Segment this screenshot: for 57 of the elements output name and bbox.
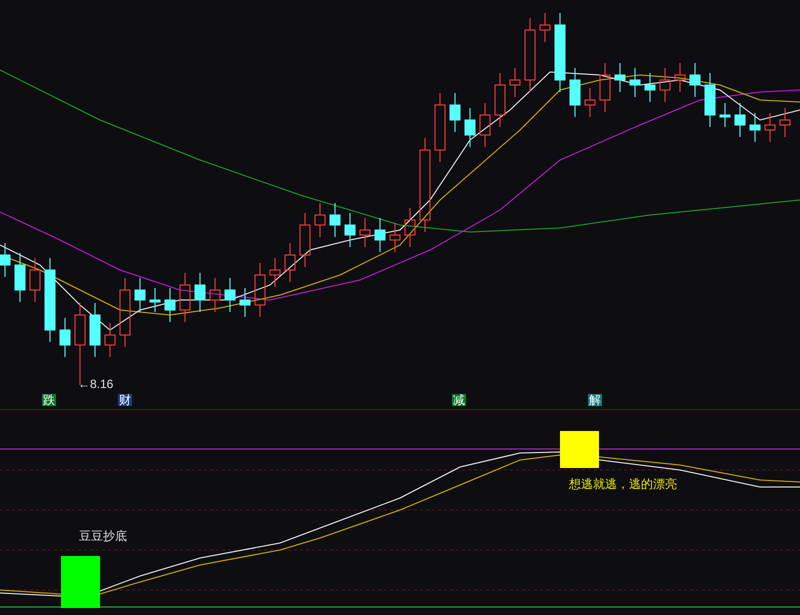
candlestick [150, 288, 160, 312]
candlestick [390, 222, 400, 252]
low-price-label: ←8.16 [78, 378, 114, 390]
candlestick [734, 102, 746, 138]
candlestick [660, 68, 670, 102]
candlestick [344, 212, 356, 248]
candlestick [300, 212, 310, 268]
candlestick [644, 72, 656, 102]
candlestick [480, 102, 490, 148]
candlestick [494, 72, 506, 128]
candlestick [240, 288, 250, 318]
candlestick [630, 68, 640, 98]
candlestick [404, 208, 416, 248]
signal-marker: 减 [452, 394, 466, 406]
candlestick [210, 278, 220, 312]
candlestick [164, 288, 176, 322]
candlestick [0, 242, 10, 278]
candlestick [720, 102, 730, 128]
candlestick [540, 12, 550, 42]
candlestick [764, 112, 776, 142]
candlestick [374, 218, 386, 252]
signal-marker: 跌 [42, 394, 56, 406]
candlestick [254, 262, 266, 318]
signal-marker: 财 [118, 394, 132, 406]
candlestick [134, 278, 146, 312]
candlestick [600, 62, 610, 112]
signal-marker: 解 [588, 394, 602, 406]
candlestick [270, 258, 280, 288]
candlestick [704, 72, 716, 128]
candlestick [120, 278, 130, 348]
buy-signal-block [61, 556, 100, 608]
candlestick [674, 62, 686, 92]
candlestick [30, 258, 40, 302]
candlestick [614, 62, 626, 92]
candlestick [434, 92, 446, 162]
candlestick [360, 218, 370, 248]
candlestick [780, 108, 790, 138]
candlestick [450, 92, 460, 132]
candlestick [584, 88, 596, 118]
candlestick [14, 252, 26, 302]
signal-label: 想逃就逃，逃的漂亮 [569, 478, 677, 490]
candlestick [510, 68, 520, 98]
candlestick [284, 242, 296, 282]
candlestick [690, 62, 700, 98]
candlestick [224, 278, 236, 312]
candlestick [104, 322, 116, 358]
candlestick [314, 202, 326, 238]
candlestick [330, 202, 340, 238]
candlestick [90, 302, 100, 358]
candlestick [570, 68, 580, 118]
candlestick [180, 272, 190, 322]
candlestick [464, 108, 476, 148]
candlestick [60, 318, 70, 358]
sell-signal-block [560, 431, 599, 468]
candlestick [194, 272, 206, 312]
candlestick [750, 112, 760, 142]
signal-label: 豆豆抄底 [79, 530, 127, 542]
